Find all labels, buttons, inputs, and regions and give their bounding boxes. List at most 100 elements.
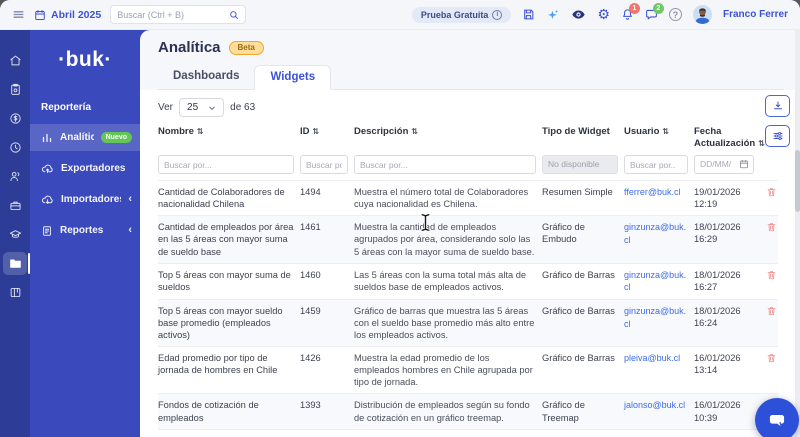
widgets-panel: Ver 25 de 63 Nombre ⇅ ID ⇅ Descripción ⇅ Tipo … (140, 90, 800, 437)
table-row[interactable]: Cantidad de empleados por área en las 5 … (158, 215, 778, 263)
bar-chart-icon (41, 132, 53, 144)
period-selector[interactable]: Abril 2025 (34, 9, 101, 21)
column-header: Tipo de Widget (542, 126, 610, 137)
chat-icon[interactable]: 2 (645, 3, 664, 21)
user-name[interactable]: Franco Ferrer (723, 9, 788, 20)
sidebar-item-exportadores[interactable]: Exportadores (30, 155, 140, 182)
user-email-link[interactable]: ginzunza@buk.cl (624, 306, 686, 329)
board-icon[interactable] (0, 278, 30, 307)
chevron-left-icon[interactable]: ‹ (128, 194, 132, 205)
sort-icon[interactable]: ⇅ (662, 127, 669, 136)
table-row[interactable]: Top 5 áreas con mayor sueldo base promed… (158, 299, 778, 347)
cell-nombre: Cantidad de Colaboradores de nacionalida… (158, 187, 285, 210)
cell-tipo-widget: Gráfico de Barras (542, 353, 615, 364)
pagesize-total: de 63 (230, 102, 256, 113)
search-icon[interactable] (229, 10, 239, 20)
filter-input[interactable] (158, 155, 294, 175)
column-header[interactable]: Fecha Actualización ⇅ (694, 126, 765, 150)
column-settings-button[interactable] (765, 125, 790, 147)
people-icon[interactable] (0, 162, 30, 191)
cell-id: 1460 (300, 269, 321, 280)
payments-icon[interactable] (0, 104, 30, 133)
home-icon[interactable] (0, 46, 30, 75)
table-row[interactable]: Colaboradores por nacionalidad 1392 Dist… (158, 428, 778, 437)
tab-widgets[interactable]: Widgets (254, 65, 332, 90)
contracts-icon[interactable] (0, 75, 30, 104)
sidebar-item-label: Analítica (60, 132, 94, 143)
table-row[interactable]: Cantidad de Colaboradores de nacionalida… (158, 180, 778, 215)
gear-icon[interactable]: ⚙ (597, 8, 610, 22)
global-search[interactable] (110, 5, 247, 24)
sidebar-item-reportes[interactable]: Reportes ‹ (30, 217, 140, 244)
chevron-left-icon[interactable]: ‹ (128, 225, 132, 236)
download-button[interactable] (765, 95, 790, 117)
column-header[interactable]: ID ⇅ (300, 126, 348, 138)
cell-usuario: fferrer@buk.cl (624, 186, 688, 199)
beta-badge: Beta (228, 40, 264, 55)
table-row[interactable]: Edad promedio por tipo de jornada de hom… (158, 346, 778, 393)
pagesize-select[interactable]: 25 (179, 98, 225, 117)
page-title: Analítica (158, 39, 221, 56)
eye-icon[interactable] (571, 7, 586, 22)
user-email-link[interactable]: fferrer@buk.cl (624, 187, 681, 197)
user-email-link[interactable]: ginzunza@buk.cl (624, 222, 686, 245)
cell-actions (760, 186, 778, 198)
filter-input[interactable] (624, 155, 688, 175)
cell-id: 1393 (300, 400, 321, 411)
user-email-link[interactable]: jalonso@buk.cl (624, 400, 685, 410)
support-chat-button[interactable] (755, 398, 799, 437)
trial-badge[interactable]: Prueba Gratuita i (411, 6, 512, 23)
avatar[interactable] (692, 5, 712, 24)
cell-nombre: Fondos de cotización de empleados (158, 400, 259, 423)
column-header[interactable]: Usuario ⇅ (624, 126, 688, 138)
user-email-link[interactable]: pleiva@buk.cl (624, 353, 680, 363)
cell-fecha: 18/01/2026 16:24 (694, 306, 741, 329)
sort-icon[interactable]: ⇅ (197, 127, 204, 136)
sidebar-item-importadores[interactable]: Importadores ‹ (30, 186, 140, 213)
sort-icon[interactable]: ⇅ (313, 127, 320, 136)
cell-tipo-widget: Gráfico de Treemap (542, 400, 585, 423)
widgets-table: Nombre ⇅ ID ⇅ Descripción ⇅ Tipo de Widget Usua… (158, 126, 778, 437)
filter-input[interactable] (354, 155, 536, 175)
delete-icon[interactable] (766, 269, 777, 281)
folder-icon[interactable] (0, 249, 30, 278)
scrollbar-track[interactable] (795, 30, 800, 437)
cell-fecha: 18/01/2026 16:29 (694, 222, 741, 245)
buk-logo: ·buk· (58, 48, 112, 71)
help-icon[interactable]: ? (668, 8, 682, 21)
bell-icon[interactable]: 1 (621, 3, 640, 21)
table-filter-row: No disponible DD/MM/ (158, 154, 778, 181)
sort-icon[interactable]: ⇅ (758, 139, 765, 148)
sort-icon[interactable]: ⇅ (411, 127, 418, 136)
icon-rail (0, 30, 30, 437)
table-row[interactable]: Top 5 áreas con mayor suma de sueldos 14… (158, 262, 778, 299)
education-icon[interactable] (0, 220, 30, 249)
sparkle-icon[interactable] (546, 8, 560, 22)
period-label: Abril 2025 (51, 8, 102, 21)
column-header[interactable]: Descripción ⇅ (354, 126, 536, 138)
tab-dashboards[interactable]: Dashboards (158, 65, 254, 89)
filter-date[interactable]: DD/MM/ (694, 154, 754, 174)
save-icon[interactable] (522, 8, 535, 21)
user-email-link[interactable]: ginzunza@buk.cl (624, 270, 686, 293)
cell-nombre: Top 5 áreas con mayor suma de sueldos (158, 269, 291, 292)
global-search-input[interactable] (117, 9, 226, 20)
column-header[interactable]: Nombre ⇅ (158, 126, 294, 138)
filter-input[interactable] (300, 155, 348, 175)
delete-icon[interactable] (766, 221, 777, 233)
time-icon[interactable] (0, 133, 30, 162)
briefcase-icon[interactable] (0, 191, 30, 220)
delete-icon[interactable] (766, 352, 777, 364)
menu-icon[interactable] (12, 8, 25, 21)
sidebar-item-analitica[interactable]: Analítica Nuevo (30, 124, 140, 151)
delete-icon[interactable] (766, 305, 777, 317)
table-row[interactable]: Fondos de cotización de empleados 1393 D… (158, 393, 778, 429)
scrollbar-thumb[interactable] (795, 150, 800, 212)
cell-actions (760, 269, 778, 281)
nuevo-badge: Nuevo (100, 132, 132, 143)
topbar: Abril 2025 Prueba Gratuita i ⚙ (0, 0, 800, 30)
cell-descripcion: Muestra el número total de Colaboradores… (354, 187, 529, 210)
cell-tipo-widget: Gráfico de Barras (542, 269, 615, 280)
cell-id: 1494 (300, 187, 321, 198)
delete-icon[interactable] (766, 186, 777, 198)
